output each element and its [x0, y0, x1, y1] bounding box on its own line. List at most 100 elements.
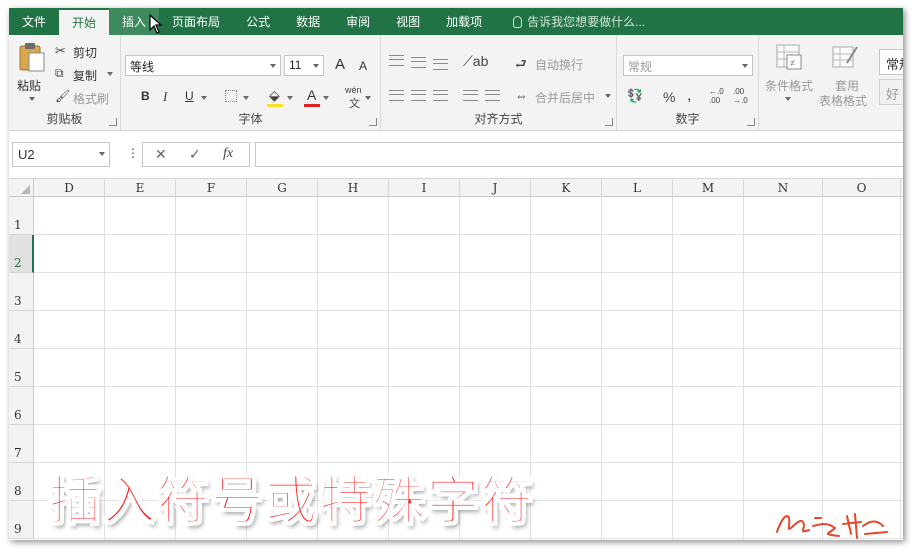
font-name-value: 等线: [130, 60, 155, 74]
phonetic-guide-top[interactable]: wén: [345, 85, 362, 95]
alignment-launcher-icon[interactable]: [605, 118, 613, 126]
tell-me-search[interactable]: 告诉我您想要做什么...: [495, 8, 645, 35]
column-header-l[interactable]: L: [602, 179, 673, 197]
italic-button[interactable]: I: [163, 89, 167, 105]
clipboard-group-label: 剪贴板: [46, 112, 83, 126]
number-format-dropdown-icon: [742, 64, 748, 68]
row-header-1[interactable]: 1: [9, 197, 34, 235]
grid-row-line: [34, 348, 903, 349]
format-as-table-button[interactable]: 套用 表格格式: [817, 43, 873, 113]
decrease-decimal-button[interactable]: .00 →.0: [733, 87, 753, 105]
clipboard-launcher-icon[interactable]: [109, 118, 117, 126]
align-middle-icon[interactable]: [411, 57, 426, 68]
column-header-o[interactable]: O: [823, 179, 901, 197]
paste-dropdown-icon: [29, 97, 35, 101]
column-header-i[interactable]: I: [389, 179, 460, 197]
row-header-6[interactable]: 6: [9, 387, 34, 425]
tab-page-layout[interactable]: 页面布局: [159, 8, 233, 35]
paste-button[interactable]: 粘贴: [15, 41, 51, 103]
wrap-text-button[interactable]: ⮐ 自动换行: [515, 55, 615, 73]
decrease-indent-icon[interactable]: [463, 90, 478, 101]
font-name-select[interactable]: 等线: [125, 55, 281, 76]
tab-home[interactable]: 开始: [59, 10, 110, 35]
format-painter-button[interactable]: 🖌 格式刷: [55, 89, 119, 107]
bold-button[interactable]: B: [141, 89, 150, 103]
grow-font-button[interactable]: A: [335, 56, 345, 73]
column-header-m[interactable]: M: [673, 179, 744, 197]
row-header-3[interactable]: 3: [9, 273, 34, 311]
select-all-button[interactable]: [9, 179, 34, 197]
paste-label: 粘贴: [17, 79, 42, 93]
cancel-formula-button[interactable]: ✕: [155, 146, 167, 163]
column-header-g[interactable]: G: [247, 179, 318, 197]
tab-addins[interactable]: 加载项: [433, 8, 495, 35]
increase-decimal-button[interactable]: ←.0 .00: [709, 87, 729, 105]
increase-indent-icon[interactable]: [485, 90, 500, 101]
shrink-font-button[interactable]: A: [359, 59, 367, 73]
conditional-dropdown-icon: [785, 97, 791, 101]
border-button[interactable]: [225, 90, 237, 102]
fill-color-icon[interactable]: ⬙: [269, 87, 280, 104]
row-header-2[interactable]: 2: [9, 235, 34, 273]
percent-style-button[interactable]: %: [663, 89, 675, 105]
cell-style-good[interactable]: 好: [879, 79, 903, 105]
copy-dropdown-icon: [107, 72, 113, 76]
insert-function-button[interactable]: fx: [223, 146, 233, 162]
column-header-k[interactable]: K: [531, 179, 602, 197]
align-top-icon[interactable]: [389, 55, 404, 66]
enter-formula-button[interactable]: ✓: [189, 146, 201, 163]
number-launcher-icon[interactable]: [747, 118, 755, 126]
merge-center-icon: ⇔: [515, 88, 528, 103]
tab-view[interactable]: 视图: [383, 8, 433, 35]
ribbon-tab-bar: 文件 开始 插入 页面布局 公式 数据 审阅 视图 加载项 告诉我您想要做什么.…: [9, 8, 903, 35]
fill-color-swatch: [267, 104, 283, 107]
column-header-j[interactable]: J: [460, 179, 531, 197]
cut-button[interactable]: ✂ 剪切: [55, 43, 115, 61]
conditional-formatting-button[interactable]: ≠ 条件格式: [763, 43, 815, 113]
underline-button[interactable]: U: [185, 89, 194, 103]
number-format-select[interactable]: 常规: [623, 55, 753, 76]
column-header-d[interactable]: D: [34, 179, 105, 197]
align-right-icon[interactable]: [433, 90, 448, 101]
border-dropdown-icon[interactable]: [243, 96, 249, 100]
grid-column-line: [900, 197, 901, 540]
underline-dropdown-icon[interactable]: [201, 96, 207, 100]
name-box-value: U2: [18, 147, 35, 162]
align-center-icon[interactable]: [411, 90, 426, 101]
row-header-9[interactable]: 9: [9, 501, 34, 539]
column-header-f[interactable]: F: [176, 179, 247, 197]
font-color-dropdown-icon[interactable]: [323, 96, 329, 100]
column-header-h[interactable]: H: [318, 179, 389, 197]
row-header-7[interactable]: 7: [9, 425, 34, 463]
align-left-icon[interactable]: [389, 90, 404, 101]
scissors-icon: ✂: [55, 43, 66, 58]
tab-formulas[interactable]: 公式: [233, 8, 283, 35]
styles-group: ≠ 条件格式 套用 表格格式 常规 好: [759, 35, 903, 131]
orientation-icon[interactable]: ⟋ab: [463, 53, 488, 70]
row-header-8[interactable]: 8: [9, 463, 34, 501]
formula-input[interactable]: [255, 142, 903, 167]
tab-review[interactable]: 审阅: [333, 8, 383, 35]
phonetic-dropdown-icon[interactable]: [365, 96, 371, 100]
name-box[interactable]: U2: [12, 142, 110, 167]
merge-center-button[interactable]: ⇔ 合并后居中: [515, 88, 615, 106]
column-header-e[interactable]: E: [105, 179, 176, 197]
worksheet-grid[interactable]: DEFGHIJKLMNO 123456789 插入符号或特殊字符: [9, 179, 903, 540]
font-launcher-icon[interactable]: [369, 118, 377, 126]
row-header-5[interactable]: 5: [9, 349, 34, 387]
align-bottom-icon[interactable]: [433, 59, 448, 70]
copy-button[interactable]: ⧉ 复制: [55, 66, 119, 84]
fill-color-dropdown-icon[interactable]: [287, 96, 293, 100]
tab-data[interactable]: 数据: [283, 8, 333, 35]
column-header-n[interactable]: N: [744, 179, 823, 197]
mouse-cursor-icon: [149, 14, 163, 34]
comma-style-button[interactable]: ,: [687, 87, 691, 105]
name-box-dropdown-icon: [99, 152, 105, 156]
accounting-format-icon[interactable]: 💱: [627, 88, 643, 104]
font-size-select[interactable]: 11: [284, 55, 324, 76]
cell-style-normal[interactable]: 常规: [879, 49, 903, 75]
tab-file[interactable]: 文件: [9, 8, 59, 35]
row-header-4[interactable]: 4: [9, 311, 34, 349]
conditional-formatting-label: 条件格式: [765, 79, 814, 93]
font-color-button[interactable]: A: [307, 87, 316, 103]
